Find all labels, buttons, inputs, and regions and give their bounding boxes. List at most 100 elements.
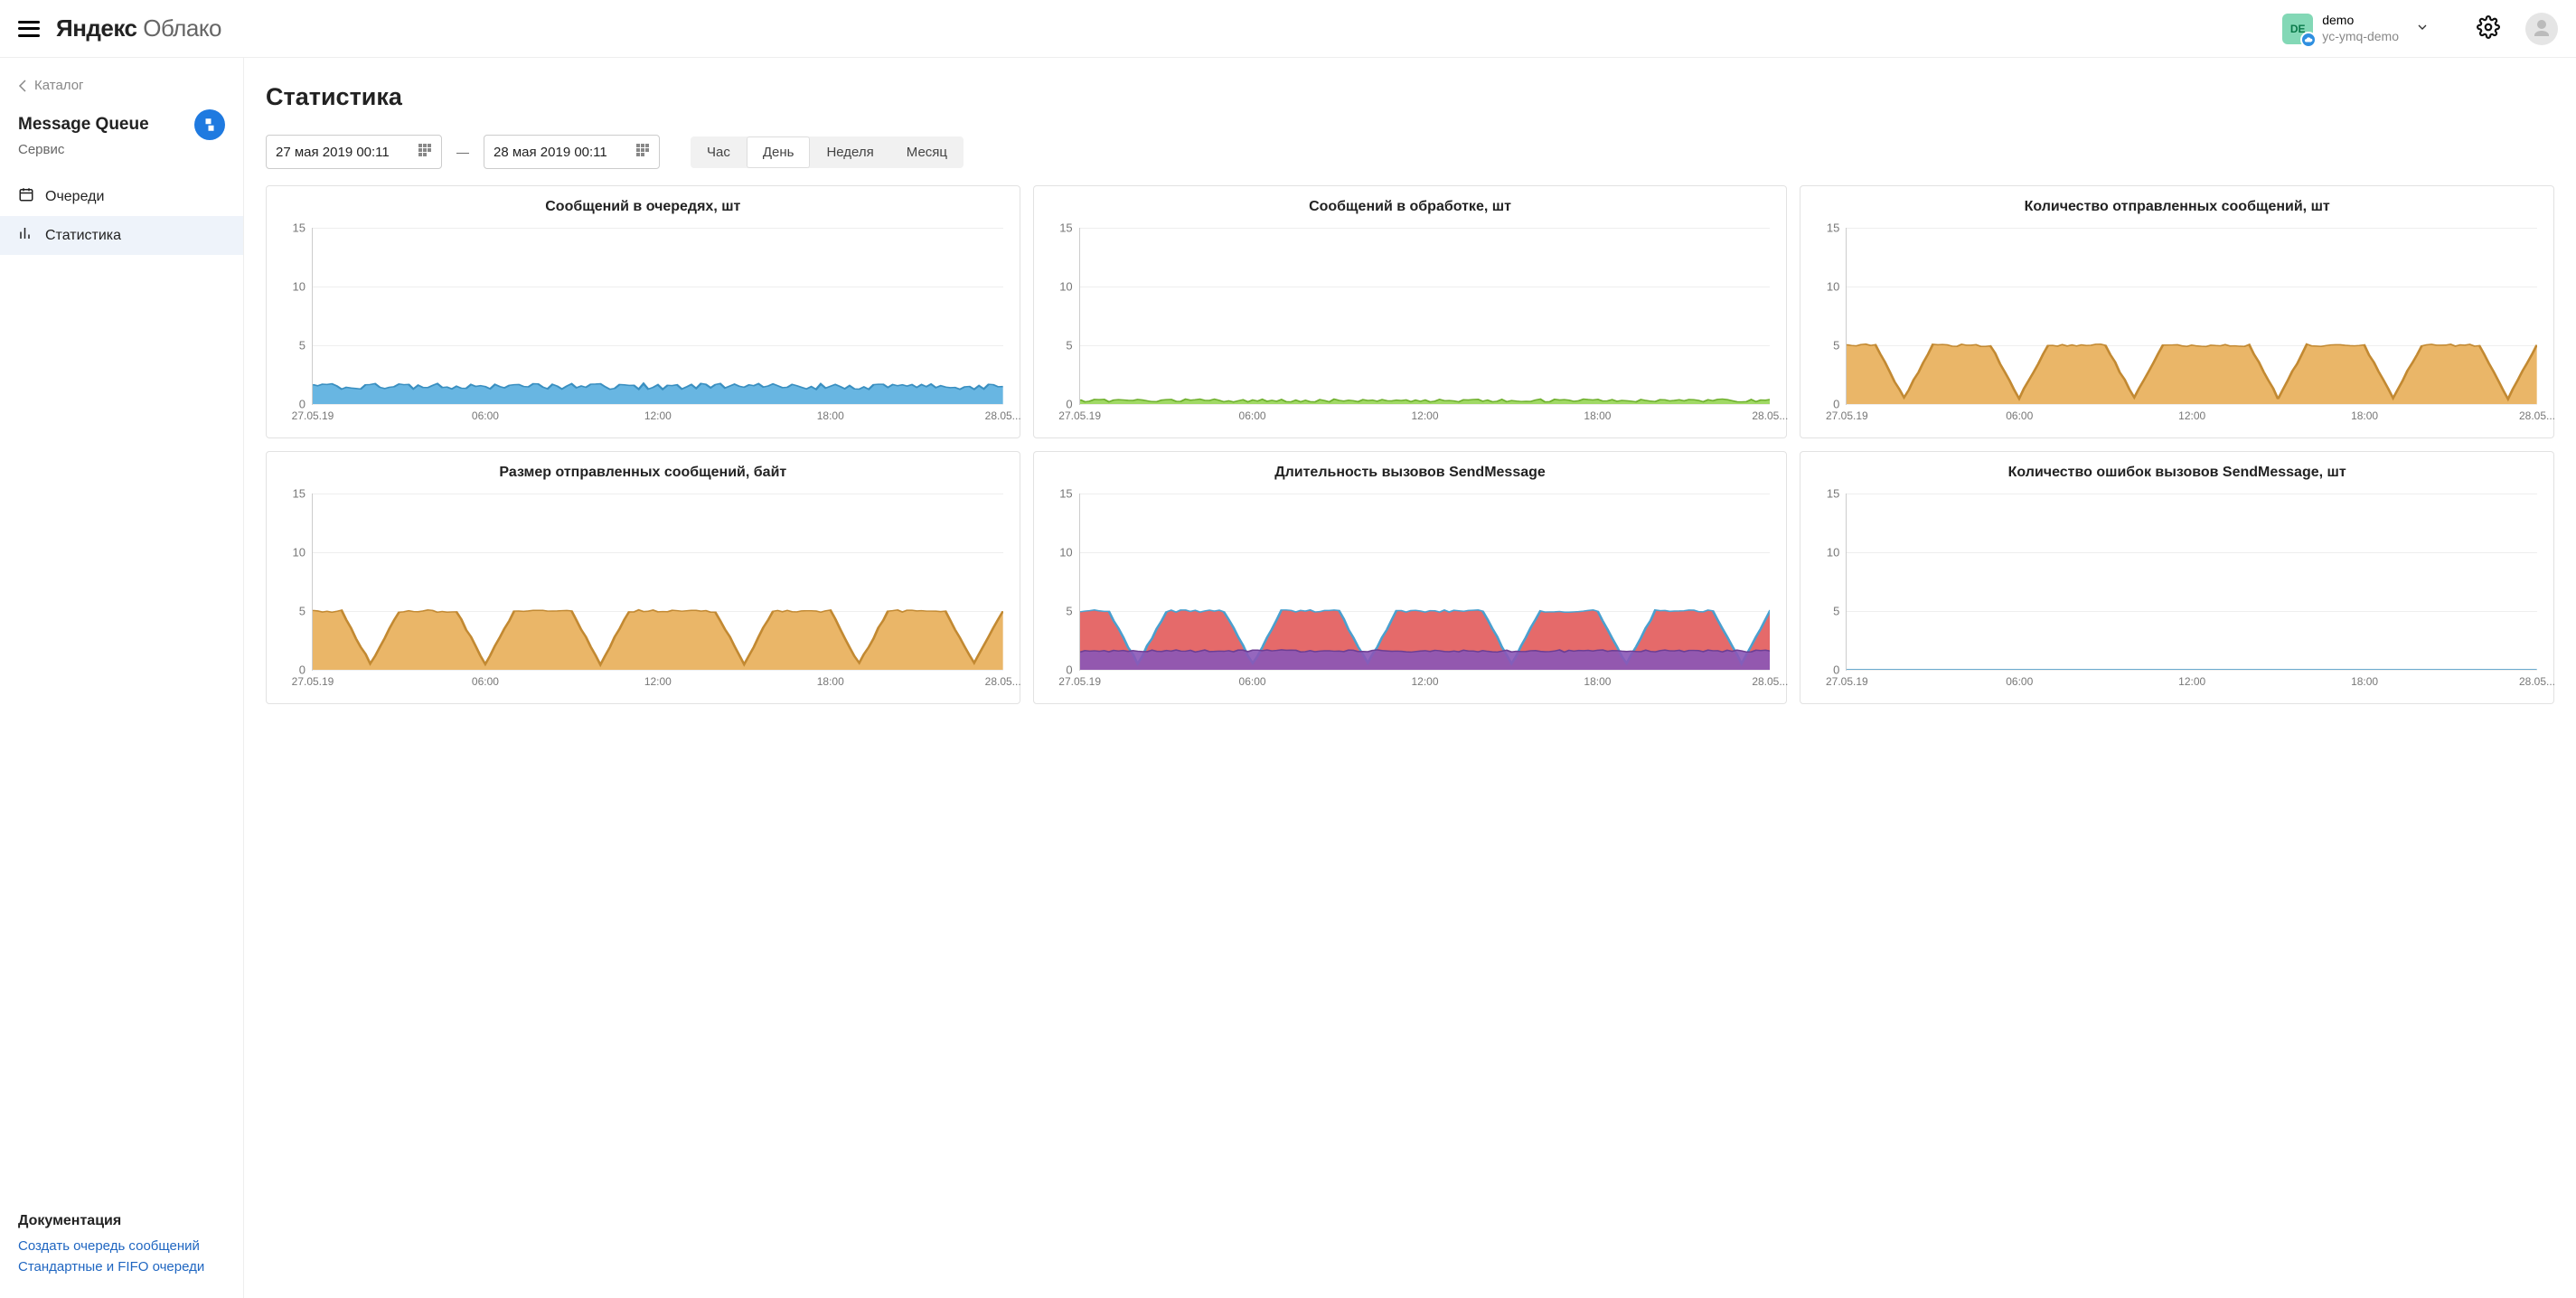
chart-title: Количество ошибок вызовов SendMessage, ш… xyxy=(1811,465,2543,481)
x-tick: 27.05.19 xyxy=(1826,404,1868,422)
chart-title: Длительность вызовов SendMessage xyxy=(1045,465,1776,481)
sidebar-item-label: Очереди xyxy=(45,189,104,205)
chart-area[interactable]: 05101527.05.1906:0012:0018:0028.05... xyxy=(277,224,1009,430)
y-tick: 5 xyxy=(299,338,313,352)
controls-bar: 27 мая 2019 00:11 — 28 мая 2019 00:11 Ча… xyxy=(266,135,2554,169)
x-tick: 27.05.19 xyxy=(292,670,334,688)
project-badge: DE xyxy=(2282,14,2313,44)
doc-link-1[interactable]: Стандартные и FIFO очереди xyxy=(18,1259,225,1274)
y-tick: 10 xyxy=(1827,545,1847,559)
x-tick: 27.05.19 xyxy=(1826,670,1868,688)
range-segmented-control: ЧасДеньНеделяМесяц xyxy=(691,136,964,168)
sidebar-item-stats[interactable]: Статистика xyxy=(0,216,243,255)
message-queue-icon xyxy=(194,109,225,140)
service-title: Message Queue xyxy=(18,115,149,135)
y-tick: 5 xyxy=(1833,338,1847,352)
x-tick: 28.05... xyxy=(985,670,1021,688)
chart-area[interactable]: 05101527.05.1906:0012:0018:0028.05... xyxy=(1045,224,1776,430)
logo-primary: Яндекс xyxy=(56,14,137,42)
chart-title: Размер отправленных сообщений, байт xyxy=(277,465,1009,481)
chart-card-messages-in-queues: Сообщений в очередях, шт05101527.05.1906… xyxy=(266,185,1020,438)
x-tick: 28.05... xyxy=(1752,670,1788,688)
x-tick: 28.05... xyxy=(985,404,1021,422)
menu-toggle-button[interactable] xyxy=(18,21,40,37)
y-tick: 5 xyxy=(1833,604,1847,617)
cloud-name: yc-ymq-demo xyxy=(2322,29,2399,45)
chart-card-sent-messages-size: Размер отправленных сообщений, байт05101… xyxy=(266,451,1020,704)
x-tick: 28.05... xyxy=(1752,404,1788,422)
x-tick: 18:00 xyxy=(817,670,844,688)
x-tick: 06:00 xyxy=(2006,404,2033,422)
project-switcher[interactable]: DE demo yc-ymq-demo xyxy=(2275,9,2437,48)
x-tick: 12:00 xyxy=(644,404,672,422)
chart-title: Сообщений в обработке, шт xyxy=(1045,199,1776,215)
y-tick: 10 xyxy=(1059,545,1079,559)
range-option-Час[interactable]: Час xyxy=(691,136,747,168)
logo-secondary: Облако xyxy=(143,14,221,42)
x-tick: 18:00 xyxy=(2351,670,2378,688)
service-subtitle: Сервис xyxy=(0,140,243,177)
y-tick: 10 xyxy=(293,545,313,559)
x-tick: 12:00 xyxy=(2178,670,2205,688)
calendar-icon xyxy=(635,143,650,161)
y-tick: 15 xyxy=(293,487,313,501)
range-option-Месяц[interactable]: Месяц xyxy=(890,136,964,168)
user-avatar[interactable] xyxy=(2525,13,2558,45)
x-tick: 06:00 xyxy=(472,670,499,688)
y-tick: 10 xyxy=(293,279,313,293)
y-tick: 15 xyxy=(1059,487,1079,501)
chart-area[interactable]: 05101527.05.1906:0012:0018:0028.05... xyxy=(277,490,1009,696)
date-from-input[interactable]: 27 мая 2019 00:11 xyxy=(266,135,442,169)
calendar-icon xyxy=(18,186,34,207)
chart-card-sendmessage-duration: Длительность вызовов SendMessage05101527… xyxy=(1033,451,1788,704)
chart-area[interactable]: 05101527.05.1906:0012:0018:0028.05... xyxy=(1045,490,1776,696)
x-tick: 18:00 xyxy=(1584,670,1611,688)
project-name: demo xyxy=(2322,13,2399,29)
y-tick: 5 xyxy=(299,604,313,617)
y-tick: 5 xyxy=(1066,338,1079,352)
x-tick: 12:00 xyxy=(2178,404,2205,422)
x-tick: 12:00 xyxy=(1411,670,1438,688)
x-tick: 18:00 xyxy=(1584,404,1611,422)
page-title: Статистика xyxy=(266,83,2554,111)
y-tick: 10 xyxy=(1059,279,1079,293)
x-tick: 12:00 xyxy=(1411,404,1438,422)
x-tick: 27.05.19 xyxy=(1058,404,1101,422)
chart-area[interactable]: 05101527.05.1906:0012:0018:0028.05... xyxy=(1811,224,2543,430)
x-tick: 06:00 xyxy=(2006,670,2033,688)
doc-link-0[interactable]: Создать очередь сообщений xyxy=(18,1238,225,1254)
date-range-separator: — xyxy=(456,145,469,159)
x-tick: 18:00 xyxy=(817,404,844,422)
chart-card-sendmessage-errors: Количество ошибок вызовов SendMessage, ш… xyxy=(1800,451,2554,704)
x-tick: 06:00 xyxy=(1239,670,1266,688)
y-tick: 5 xyxy=(1066,604,1079,617)
logo[interactable]: Яндекс Облако xyxy=(56,14,221,42)
cloud-icon xyxy=(2300,32,2317,48)
x-tick: 12:00 xyxy=(644,670,672,688)
chart-card-sent-messages-count: Количество отправленных сообщений, шт051… xyxy=(1800,185,2554,438)
chart-area[interactable]: 05101527.05.1906:0012:0018:0028.05... xyxy=(1811,490,2543,696)
chart-card-messages-in-processing: Сообщений в обработке, шт05101527.05.190… xyxy=(1033,185,1788,438)
back-to-catalog-link[interactable]: Каталог xyxy=(0,78,243,109)
y-tick: 15 xyxy=(1827,221,1847,235)
sidebar-item-queues[interactable]: Очереди xyxy=(0,177,243,216)
x-tick: 28.05... xyxy=(2519,670,2555,688)
y-tick: 15 xyxy=(1827,487,1847,501)
date-to-input[interactable]: 28 мая 2019 00:11 xyxy=(484,135,660,169)
range-option-Неделя[interactable]: Неделя xyxy=(810,136,889,168)
sidebar: Каталог Message Queue Сервис Очереди Стат… xyxy=(0,58,244,1298)
x-tick: 27.05.19 xyxy=(292,404,334,422)
y-tick: 10 xyxy=(1827,279,1847,293)
y-tick: 15 xyxy=(293,221,313,235)
chart-title: Количество отправленных сообщений, шт xyxy=(1811,199,2543,215)
main-content: Статистика 27 мая 2019 00:11 — 28 мая 20… xyxy=(244,58,2576,1298)
docs-heading: Документация xyxy=(18,1213,225,1229)
x-tick: 06:00 xyxy=(1239,404,1266,422)
range-option-День[interactable]: День xyxy=(747,136,811,168)
calendar-icon xyxy=(418,143,432,161)
x-tick: 28.05... xyxy=(2519,404,2555,422)
y-tick: 15 xyxy=(1059,221,1079,235)
chevron-down-icon xyxy=(2415,20,2430,37)
x-tick: 18:00 xyxy=(2351,404,2378,422)
settings-button[interactable] xyxy=(2477,15,2500,42)
